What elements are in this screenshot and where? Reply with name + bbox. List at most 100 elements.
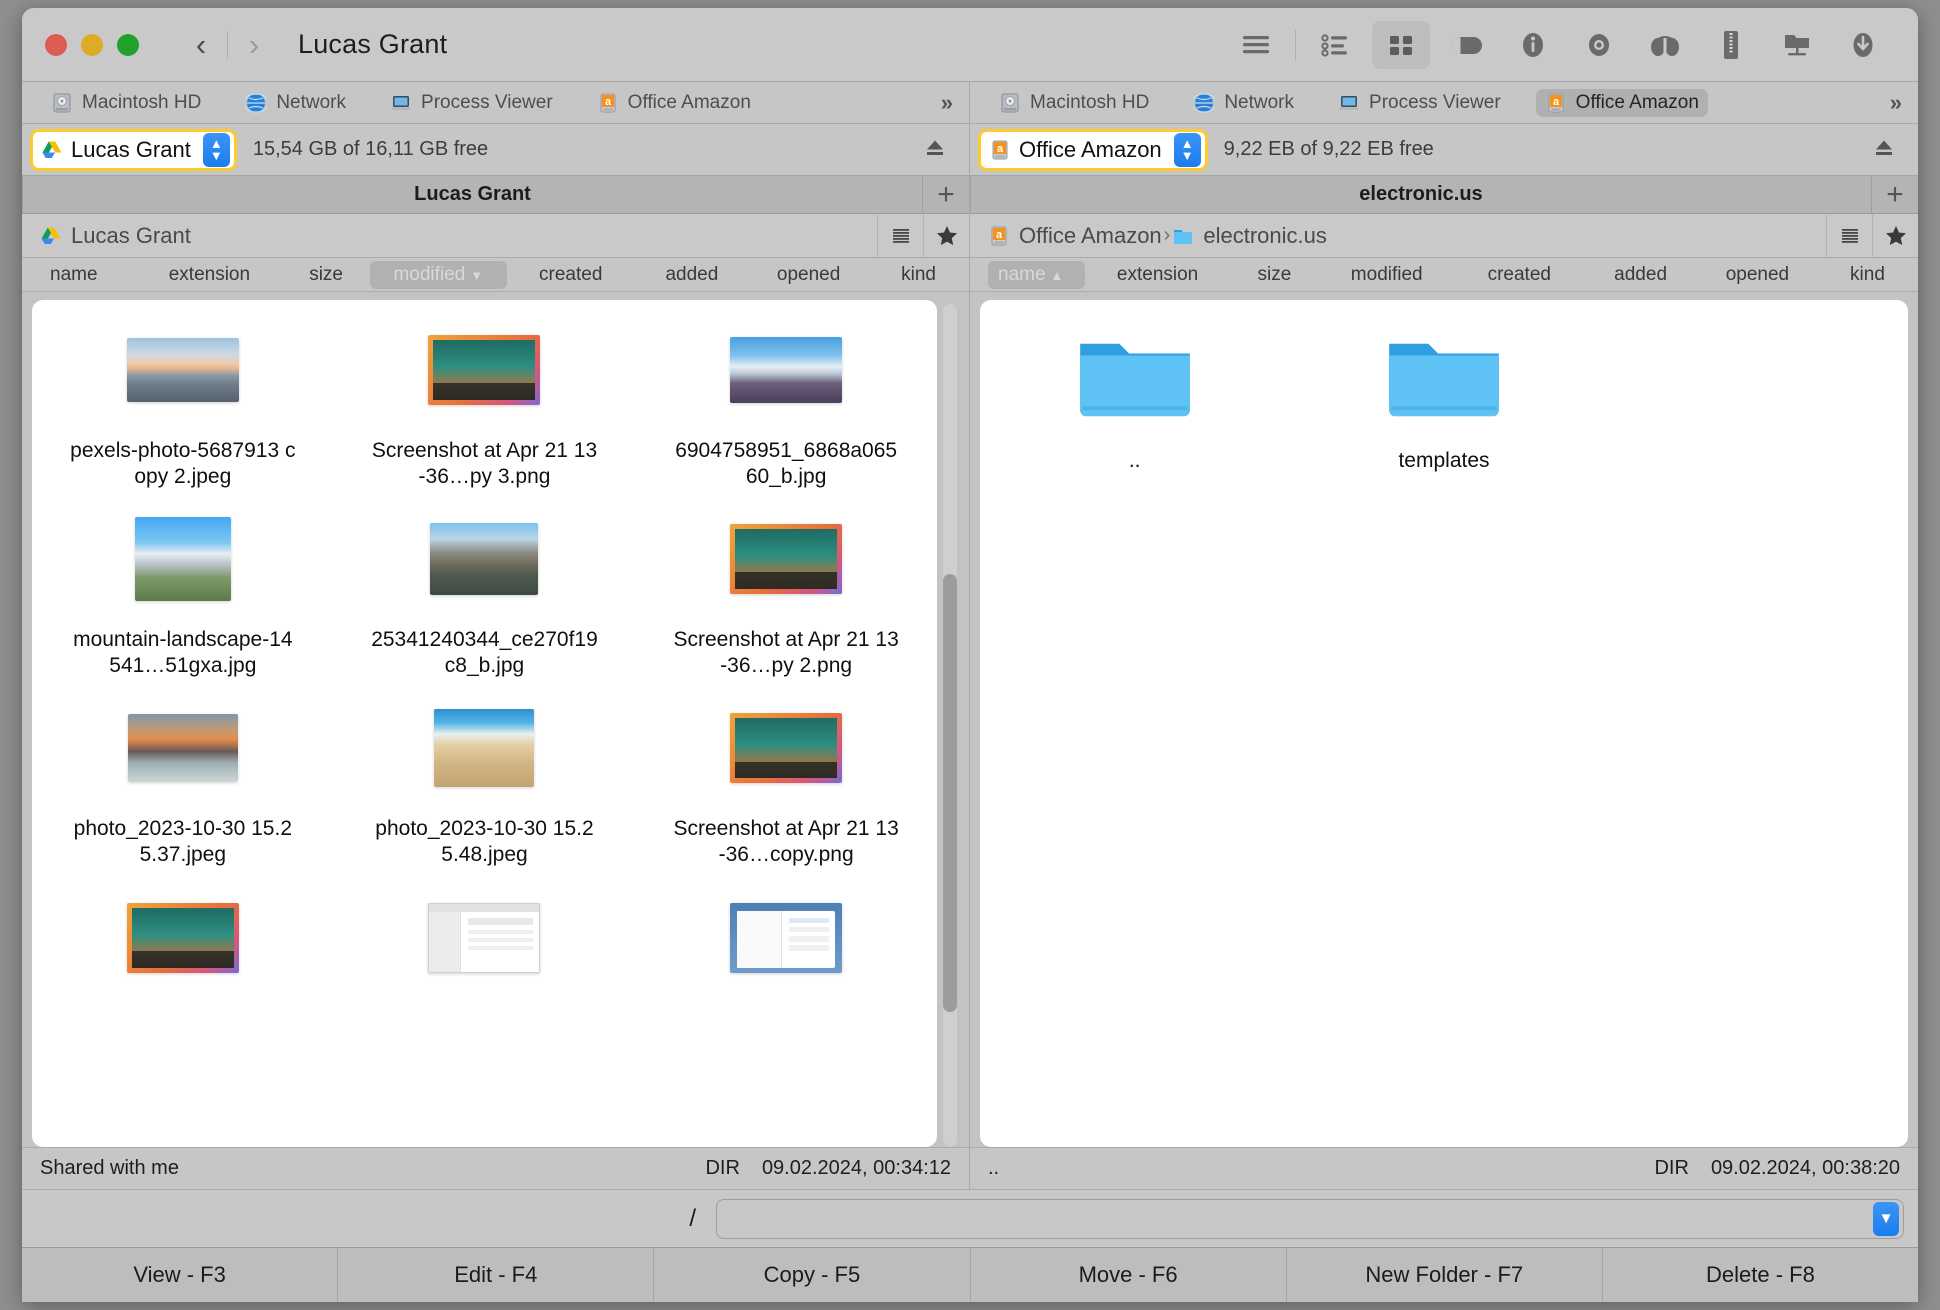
column-header-added[interactable]: added (1583, 261, 1698, 289)
info-icon[interactable] (1504, 21, 1562, 69)
left-favorite-star-icon[interactable] (923, 214, 969, 257)
shelf-item-network-right[interactable]: Network (1184, 89, 1303, 117)
file-thumbnail (126, 338, 239, 402)
file-item[interactable]: Screenshot at Apr 21 13-36…copy.png (635, 692, 937, 881)
shelf-more-icon-right[interactable]: » (1890, 90, 1902, 116)
right-lines-icon[interactable] (1826, 214, 1872, 257)
left-drive-picker[interactable]: Lucas Grant ▲ ▼ (30, 128, 237, 171)
column-header-extension[interactable]: extension (136, 261, 282, 289)
column-header-extension[interactable]: extension (1085, 261, 1231, 289)
close-button[interactable] (45, 33, 67, 56)
breadcrumb-item-folder[interactable]: electronic.us (1172, 223, 1327, 249)
left-file-view[interactable]: pexels-photo-5687913 copy 2.jpeg Screensh… (32, 300, 937, 1147)
shelf-more-icon[interactable]: » (941, 90, 953, 116)
shelf-item-process-viewer[interactable]: Process Viewer (381, 89, 562, 117)
column-header-kind[interactable]: kind (1817, 261, 1918, 289)
function-key-f7[interactable]: New Folder - F7 (1287, 1248, 1603, 1302)
shelf-item-macintosh-hd-right[interactable]: Macintosh HD (990, 89, 1158, 117)
right-file-view[interactable]: .. templates (980, 300, 1908, 1147)
thumbnail-wrapper (428, 322, 541, 418)
column-header-opened[interactable]: opened (749, 261, 868, 289)
eye-icon[interactable] (1570, 21, 1628, 69)
column-header-opened[interactable]: opened (1698, 261, 1817, 289)
menu-icon[interactable] (1227, 21, 1285, 69)
shelf-item-office-amazon-right[interactable]: a Office Amazon (1535, 88, 1708, 117)
shelf-item-label: Macintosh HD (82, 91, 202, 113)
file-item[interactable]: 25341240344_ce270f19c8_b.jpg (334, 503, 636, 692)
file-item[interactable] (32, 882, 334, 1020)
left-eject-button[interactable] (923, 136, 947, 163)
command-field[interactable]: ▼ (716, 1198, 1904, 1239)
nav-divider (227, 30, 228, 59)
file-item[interactable]: 6904758951_6868a06560_b.jpg (635, 314, 937, 503)
file-item[interactable]: Screenshot at Apr 21 13-36…py 2.png (635, 503, 937, 692)
right-new-tab-button[interactable]: + (1872, 176, 1918, 213)
breadcrumb-item-root[interactable]: Lucas Grant (40, 223, 191, 249)
column-header-name[interactable]: name ▲ (988, 260, 1085, 289)
minimize-button[interactable] (81, 33, 103, 56)
list-view-icon[interactable] (1306, 21, 1364, 69)
file-item[interactable] (635, 882, 937, 1020)
binoculars-icon[interactable] (1636, 21, 1694, 69)
folder-item[interactable]: .. (980, 314, 1289, 488)
left-drive-stepper[interactable]: ▲ ▼ (202, 132, 230, 167)
column-header-size[interactable]: size (282, 261, 369, 289)
download-icon[interactable] (1834, 21, 1892, 69)
left-new-tab-button[interactable]: + (923, 176, 969, 213)
file-item[interactable]: photo_2023-10-30 15.25.37.jpeg (32, 692, 334, 881)
right-favorite-star-icon[interactable] (1872, 214, 1918, 257)
amazon-drive-icon: a (992, 140, 1008, 159)
left-lines-icon[interactable] (877, 214, 923, 257)
left-pane: Macintosh HD Network Process Viewer a Of… (22, 82, 970, 1189)
right-tab-active[interactable]: electronic.us (970, 176, 1872, 213)
shelf-item-office-amazon[interactable]: a Office Amazon (588, 89, 760, 117)
file-item[interactable] (334, 882, 636, 1020)
file-name-label: pexels-photo-5687913 copy 2.jpeg (70, 439, 296, 488)
function-key-f8[interactable]: Delete - F8 (1603, 1248, 1918, 1302)
column-header-modified[interactable]: modified (1318, 261, 1455, 289)
column-header-created[interactable]: created (1455, 261, 1583, 289)
right-drive-stepper[interactable]: ▲ ▼ (1173, 132, 1201, 167)
column-header-modified[interactable]: modified ▼ (369, 260, 507, 289)
folder-item[interactable]: templates (1289, 314, 1598, 488)
left-scrollbar[interactable] (939, 300, 961, 1147)
right-eject-button[interactable] (1872, 136, 1896, 163)
zip-icon[interactable] (1702, 21, 1760, 69)
function-key-f3[interactable]: View - F3 (22, 1248, 339, 1302)
maximize-button[interactable] (117, 33, 139, 56)
function-key-f5[interactable]: Copy - F5 (654, 1248, 971, 1302)
shelf-item-network[interactable]: Network (236, 89, 355, 117)
function-key-f4[interactable]: Edit - F4 (338, 1248, 655, 1302)
right-drive-row: a Office Amazon ▲ ▼ 9,22 EB of 9,22 EB fr… (970, 124, 1918, 176)
column-header-added[interactable]: added (635, 261, 749, 289)
scrollbar-track[interactable] (943, 304, 957, 1147)
right-status-kind: DIR (1654, 1157, 1689, 1179)
shelf-item-process-viewer-right[interactable]: Process Viewer (1329, 89, 1510, 117)
file-item[interactable]: photo_2023-10-30 15.25.48.jpeg (334, 692, 636, 881)
file-item[interactable]: Screenshot at Apr 21 13-36…py 3.png (334, 314, 636, 503)
column-header-created[interactable]: created (507, 261, 635, 289)
column-header-kind[interactable]: kind (868, 261, 969, 289)
file-name-label: Screenshot at Apr 21 13-36…py 3.png (371, 439, 598, 488)
google-drive-icon (41, 227, 61, 244)
command-history-dropdown[interactable]: ▼ (1873, 1201, 1899, 1236)
left-status-meta: DIR 09.02.2024, 00:34:12 (705, 1157, 951, 1180)
shelf-item-macintosh-hd[interactable]: Macintosh HD (42, 89, 210, 117)
network-folder-icon[interactable] (1768, 21, 1826, 69)
forward-button[interactable]: › (234, 25, 274, 65)
column-header-name[interactable]: name (40, 261, 136, 289)
file-item[interactable]: pexels-photo-5687913 copy 2.jpeg (32, 314, 334, 503)
breadcrumb-item-root-right[interactable]: a Office Amazon (988, 223, 1162, 249)
right-drive-picker[interactable]: a Office Amazon ▲ ▼ (978, 128, 1208, 171)
back-button[interactable]: ‹ (181, 25, 221, 65)
column-header-size[interactable]: size (1231, 261, 1319, 289)
right-breadcrumb-tools (1826, 214, 1918, 257)
grid-view-icon[interactable] (1372, 21, 1430, 69)
left-tab-active[interactable]: Lucas Grant (22, 176, 923, 213)
file-item[interactable]: mountain-landscape-14541…51gxa.jpg (32, 503, 334, 692)
command-input[interactable] (729, 1207, 1873, 1230)
scrollbar-thumb[interactable] (943, 573, 957, 1013)
toggle-icon[interactable] (1438, 21, 1496, 69)
function-key-f6[interactable]: Move - F6 (971, 1248, 1287, 1302)
left-shelf: Macintosh HD Network Process Viewer a Of… (22, 82, 969, 124)
